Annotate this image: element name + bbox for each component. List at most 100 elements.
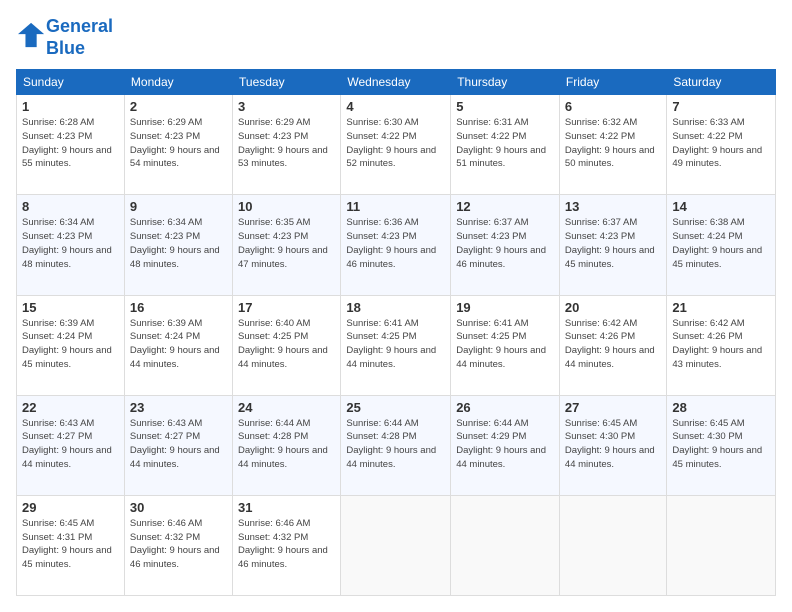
day-info: Sunrise: 6:39 AMSunset: 4:24 PMDaylight:… (22, 317, 119, 372)
day-info: Sunrise: 6:45 AMSunset: 4:31 PMDaylight:… (22, 517, 119, 572)
day-number: 23 (130, 400, 227, 415)
day-number: 3 (238, 99, 335, 114)
logo-icon (18, 21, 46, 49)
day-info: Sunrise: 6:37 AMSunset: 4:23 PMDaylight:… (565, 216, 661, 271)
day-info: Sunrise: 6:41 AMSunset: 4:25 PMDaylight:… (346, 317, 445, 372)
day-info: Sunrise: 6:44 AMSunset: 4:28 PMDaylight:… (238, 417, 335, 472)
day-info: Sunrise: 6:45 AMSunset: 4:30 PMDaylight:… (565, 417, 661, 472)
calendar-day-cell: 17 Sunrise: 6:40 AMSunset: 4:25 PMDayligh… (233, 295, 341, 395)
calendar-day-cell: 6 Sunrise: 6:32 AMSunset: 4:22 PMDaylight… (559, 95, 666, 195)
calendar-day-cell: 31 Sunrise: 6:46 AMSunset: 4:32 PMDayligh… (233, 495, 341, 595)
calendar-day-cell: 7Sunrise: 6:33 AMSunset: 4:22 PMDaylight… (667, 95, 776, 195)
calendar-week-row: 8 Sunrise: 6:34 AMSunset: 4:23 PMDaylight… (17, 195, 776, 295)
day-of-week-header: Friday (559, 70, 666, 95)
day-number: 20 (565, 300, 661, 315)
day-info: Sunrise: 6:44 AMSunset: 4:28 PMDaylight:… (346, 417, 445, 472)
day-number: 10 (238, 199, 335, 214)
day-info: Sunrise: 6:29 AMSunset: 4:23 PMDaylight:… (130, 116, 227, 171)
day-number: 6 (565, 99, 661, 114)
calendar-day-cell: 20 Sunrise: 6:42 AMSunset: 4:26 PMDayligh… (559, 295, 666, 395)
calendar: SundayMondayTuesdayWednesdayThursdayFrid… (16, 69, 776, 596)
day-number: 18 (346, 300, 445, 315)
day-of-week-header: Tuesday (233, 70, 341, 95)
day-number: 12 (456, 199, 554, 214)
calendar-day-cell (667, 495, 776, 595)
logo-text: GeneralBlue (46, 16, 113, 59)
calendar-day-cell: 2 Sunrise: 6:29 AMSunset: 4:23 PMDaylight… (124, 95, 232, 195)
calendar-day-cell: 14 Sunrise: 6:38 AMSunset: 4:24 PMDayligh… (667, 195, 776, 295)
day-info: Sunrise: 6:36 AMSunset: 4:23 PMDaylight:… (346, 216, 445, 271)
calendar-day-cell: 22 Sunrise: 6:43 AMSunset: 4:27 PMDayligh… (17, 395, 125, 495)
day-info: Sunrise: 6:42 AMSunset: 4:26 PMDaylight:… (565, 317, 661, 372)
calendar-day-cell: 11 Sunrise: 6:36 AMSunset: 4:23 PMDayligh… (341, 195, 451, 295)
day-number: 9 (130, 199, 227, 214)
calendar-day-cell: 9 Sunrise: 6:34 AMSunset: 4:23 PMDaylight… (124, 195, 232, 295)
day-number: 11 (346, 199, 445, 214)
day-info: Sunrise: 6:38 AMSunset: 4:24 PMDaylight:… (672, 216, 770, 271)
calendar-day-cell: 10 Sunrise: 6:35 AMSunset: 4:23 PMDayligh… (233, 195, 341, 295)
day-info: Sunrise: 6:28 AMSunset: 4:23 PMDaylight:… (22, 116, 119, 171)
calendar-day-cell: 15Sunrise: 6:39 AMSunset: 4:24 PMDayligh… (17, 295, 125, 395)
day-info: Sunrise: 6:31 AMSunset: 4:22 PMDaylight:… (456, 116, 554, 171)
day-info: Sunrise: 6:41 AMSunset: 4:25 PMDaylight:… (456, 317, 554, 372)
day-of-week-header: Wednesday (341, 70, 451, 95)
calendar-day-cell: 3Sunrise: 6:29 AMSunset: 4:23 PMDaylight… (233, 95, 341, 195)
page-container: GeneralBlue SundayMondayTuesdayWednesday… (0, 0, 792, 612)
calendar-week-row: 29 Sunrise: 6:45 AMSunset: 4:31 PMDayligh… (17, 495, 776, 595)
day-info: Sunrise: 6:46 AMSunset: 4:32 PMDaylight:… (238, 517, 335, 572)
calendar-day-cell: 25 Sunrise: 6:44 AMSunset: 4:28 PMDayligh… (341, 395, 451, 495)
day-info: Sunrise: 6:34 AMSunset: 4:23 PMDaylight:… (130, 216, 227, 271)
day-info: Sunrise: 6:34 AMSunset: 4:23 PMDaylight:… (22, 216, 119, 271)
calendar-day-cell: 23Sunrise: 6:43 AMSunset: 4:27 PMDayligh… (124, 395, 232, 495)
day-info: Sunrise: 6:37 AMSunset: 4:23 PMDaylight:… (456, 216, 554, 271)
calendar-week-row: 15Sunrise: 6:39 AMSunset: 4:24 PMDayligh… (17, 295, 776, 395)
day-number: 7 (672, 99, 770, 114)
calendar-header-row: SundayMondayTuesdayWednesdayThursdayFrid… (17, 70, 776, 95)
calendar-week-row: 1 Sunrise: 6:28 AMSunset: 4:23 PMDaylight… (17, 95, 776, 195)
day-number: 31 (238, 500, 335, 515)
day-of-week-header: Monday (124, 70, 232, 95)
calendar-day-cell: 13 Sunrise: 6:37 AMSunset: 4:23 PMDayligh… (559, 195, 666, 295)
day-number: 1 (22, 99, 119, 114)
calendar-day-cell: 29 Sunrise: 6:45 AMSunset: 4:31 PMDayligh… (17, 495, 125, 595)
day-number: 29 (22, 500, 119, 515)
calendar-day-cell: 21Sunrise: 6:42 AMSunset: 4:26 PMDayligh… (667, 295, 776, 395)
day-info: Sunrise: 6:32 AMSunset: 4:22 PMDaylight:… (565, 116, 661, 171)
calendar-day-cell (451, 495, 560, 595)
day-number: 25 (346, 400, 445, 415)
day-number: 26 (456, 400, 554, 415)
calendar-day-cell: 30 Sunrise: 6:46 AMSunset: 4:32 PMDayligh… (124, 495, 232, 595)
calendar-day-cell (559, 495, 666, 595)
day-number: 8 (22, 199, 119, 214)
day-number: 13 (565, 199, 661, 214)
calendar-day-cell: 8 Sunrise: 6:34 AMSunset: 4:23 PMDaylight… (17, 195, 125, 295)
day-number: 14 (672, 199, 770, 214)
day-info: Sunrise: 6:35 AMSunset: 4:23 PMDaylight:… (238, 216, 335, 271)
day-number: 4 (346, 99, 445, 114)
day-number: 30 (130, 500, 227, 515)
day-of-week-header: Sunday (17, 70, 125, 95)
calendar-day-cell: 19 Sunrise: 6:41 AMSunset: 4:25 PMDayligh… (451, 295, 560, 395)
day-number: 27 (565, 400, 661, 415)
day-info: Sunrise: 6:46 AMSunset: 4:32 PMDaylight:… (130, 517, 227, 572)
day-number: 2 (130, 99, 227, 114)
calendar-day-cell: 18 Sunrise: 6:41 AMSunset: 4:25 PMDayligh… (341, 295, 451, 395)
day-info: Sunrise: 6:44 AMSunset: 4:29 PMDaylight:… (456, 417, 554, 472)
day-number: 5 (456, 99, 554, 114)
day-number: 17 (238, 300, 335, 315)
logo: GeneralBlue (16, 16, 113, 59)
calendar-day-cell (341, 495, 451, 595)
day-number: 16 (130, 300, 227, 315)
day-number: 19 (456, 300, 554, 315)
day-info: Sunrise: 6:43 AMSunset: 4:27 PMDaylight:… (22, 417, 119, 472)
header: GeneralBlue (16, 16, 776, 59)
day-info: Sunrise: 6:40 AMSunset: 4:25 PMDaylight:… (238, 317, 335, 372)
day-number: 22 (22, 400, 119, 415)
day-info: Sunrise: 6:39 AMSunset: 4:24 PMDaylight:… (130, 317, 227, 372)
calendar-day-cell: 16 Sunrise: 6:39 AMSunset: 4:24 PMDayligh… (124, 295, 232, 395)
calendar-day-cell: 27 Sunrise: 6:45 AMSunset: 4:30 PMDayligh… (559, 395, 666, 495)
day-info: Sunrise: 6:30 AMSunset: 4:22 PMDaylight:… (346, 116, 445, 171)
day-number: 21 (672, 300, 770, 315)
day-number: 24 (238, 400, 335, 415)
calendar-day-cell: 26 Sunrise: 6:44 AMSunset: 4:29 PMDayligh… (451, 395, 560, 495)
